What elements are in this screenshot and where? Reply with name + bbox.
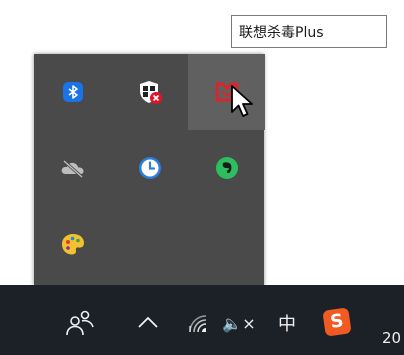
people-icon xyxy=(66,310,94,336)
ime-mode-button[interactable]: 中 xyxy=(274,309,300,337)
tray-bluetooth[interactable] xyxy=(34,54,111,130)
tray-evernote[interactable] xyxy=(188,130,265,206)
palette-app-icon xyxy=(61,234,84,255)
bluetooth-icon xyxy=(62,82,83,102)
tooltip: 联想杀毒Plus xyxy=(231,15,387,48)
show-hidden-icons-button[interactable] xyxy=(135,309,161,335)
people-button[interactable] xyxy=(62,305,98,341)
windows-security-warning-icon xyxy=(139,81,162,104)
tray-palette-app[interactable] xyxy=(34,206,111,282)
volume-muted-button[interactable]: 🔈× xyxy=(222,311,256,335)
sogou-label: S xyxy=(329,310,345,333)
evernote-icon xyxy=(215,157,238,179)
clock-app-icon xyxy=(138,157,161,179)
wifi-icon xyxy=(189,315,207,333)
mouse-cursor-icon xyxy=(230,84,256,124)
chevron-up-icon xyxy=(138,316,158,328)
tray-windows-security[interactable] xyxy=(111,54,188,130)
volume-muted-icon: 🔈× xyxy=(222,313,256,333)
sogou-input-button[interactable]: S xyxy=(322,307,352,337)
network-button[interactable] xyxy=(184,309,212,337)
tray-clock-app[interactable] xyxy=(111,130,188,206)
tray-onedrive[interactable] xyxy=(34,130,111,206)
sogou-icon: S xyxy=(322,307,352,337)
taskbar: 🔈× 中 S 20 xyxy=(0,285,404,355)
onedrive-offline-icon xyxy=(61,159,84,179)
ime-mode-label: 中 xyxy=(278,314,296,335)
tooltip-text: 联想杀毒Plus xyxy=(239,24,324,41)
taskbar-clock[interactable]: 20 xyxy=(382,329,401,347)
clock-text: 20 xyxy=(382,329,402,347)
